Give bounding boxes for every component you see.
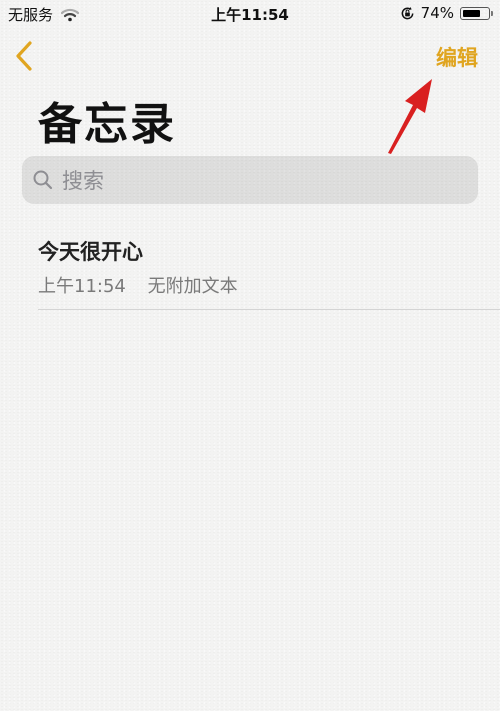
battery-fill bbox=[463, 9, 481, 17]
status-bar: 无服务 上午11:54 74% bbox=[0, 0, 500, 28]
battery-percent: 74% bbox=[420, 4, 454, 22]
page-title: 备忘录 bbox=[38, 99, 176, 150]
search-input[interactable]: 搜索 bbox=[22, 156, 478, 204]
note-preview: 无附加文本 bbox=[147, 276, 238, 297]
note-time: 上午11:54 bbox=[38, 276, 126, 297]
search-placeholder: 搜索 bbox=[62, 169, 104, 193]
note-list-item[interactable]: 今天很开心 上午11:54 无附加文本 bbox=[38, 236, 500, 310]
divider bbox=[38, 309, 500, 310]
orientation-lock-icon bbox=[401, 6, 414, 19]
edit-button[interactable]: 编辑 bbox=[436, 42, 478, 72]
battery-icon bbox=[460, 6, 493, 20]
search-icon bbox=[33, 170, 53, 190]
back-chevron-icon[interactable] bbox=[12, 40, 36, 72]
note-title: 今天很开心 bbox=[38, 240, 143, 264]
annotation-arrow-icon bbox=[388, 79, 432, 154]
